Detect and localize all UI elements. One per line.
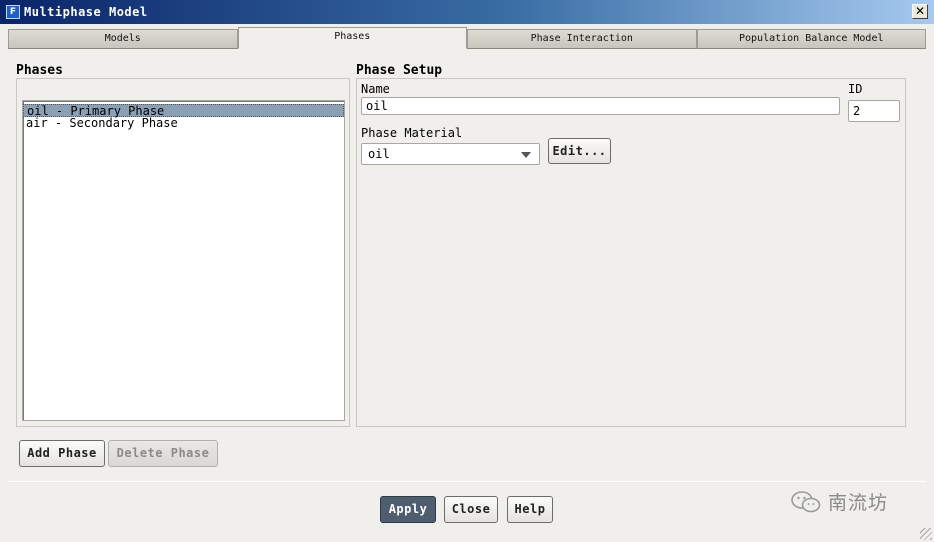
delete-phase-button[interactable]: Delete Phase — [108, 440, 218, 467]
watermark: 南流坊 — [790, 488, 888, 515]
tab-bar: Models Phases Phase Interaction Populati… — [8, 27, 926, 49]
name-field[interactable]: oil — [361, 97, 840, 115]
wechat-icon — [791, 490, 821, 512]
watermark-text: 南流坊 — [828, 492, 889, 514]
list-item[interactable]: air - Secondary Phase — [23, 117, 344, 130]
resize-grip[interactable] — [920, 528, 932, 540]
help-button[interactable]: Help — [507, 496, 553, 523]
app-icon: F — [6, 5, 20, 19]
name-label: Name — [361, 82, 390, 96]
title-bar: F Multiphase Model ✕ — [0, 0, 934, 24]
apply-button[interactable]: Apply — [380, 496, 436, 523]
chevron-down-icon — [521, 152, 531, 158]
window-close-button[interactable]: ✕ — [912, 4, 928, 19]
edit-material-button[interactable]: Edit... — [548, 138, 611, 164]
add-phase-button[interactable]: Add Phase — [19, 440, 105, 467]
tab-models[interactable]: Models — [8, 29, 238, 49]
phase-setup-heading: Phase Setup — [356, 63, 443, 78]
phase-material-select[interactable]: oil — [361, 143, 540, 165]
footer-separator — [8, 481, 926, 482]
tab-population-balance-model[interactable]: Population Balance Model — [696, 29, 926, 49]
phase-material-label: Phase Material — [361, 126, 463, 140]
close-button[interactable]: Close — [444, 496, 498, 523]
phase-material-value: oil — [368, 147, 390, 161]
id-label: ID — [848, 82, 863, 96]
tab-phase-interaction[interactable]: Phase Interaction — [467, 29, 697, 49]
tab-phases[interactable]: Phases — [237, 27, 467, 49]
phases-heading: Phases — [16, 63, 63, 78]
window-title: Multiphase Model — [24, 5, 148, 19]
id-field[interactable]: 2 — [848, 100, 900, 122]
phases-list[interactable]: oil - Primary Phase air - Secondary Phas… — [22, 100, 345, 421]
